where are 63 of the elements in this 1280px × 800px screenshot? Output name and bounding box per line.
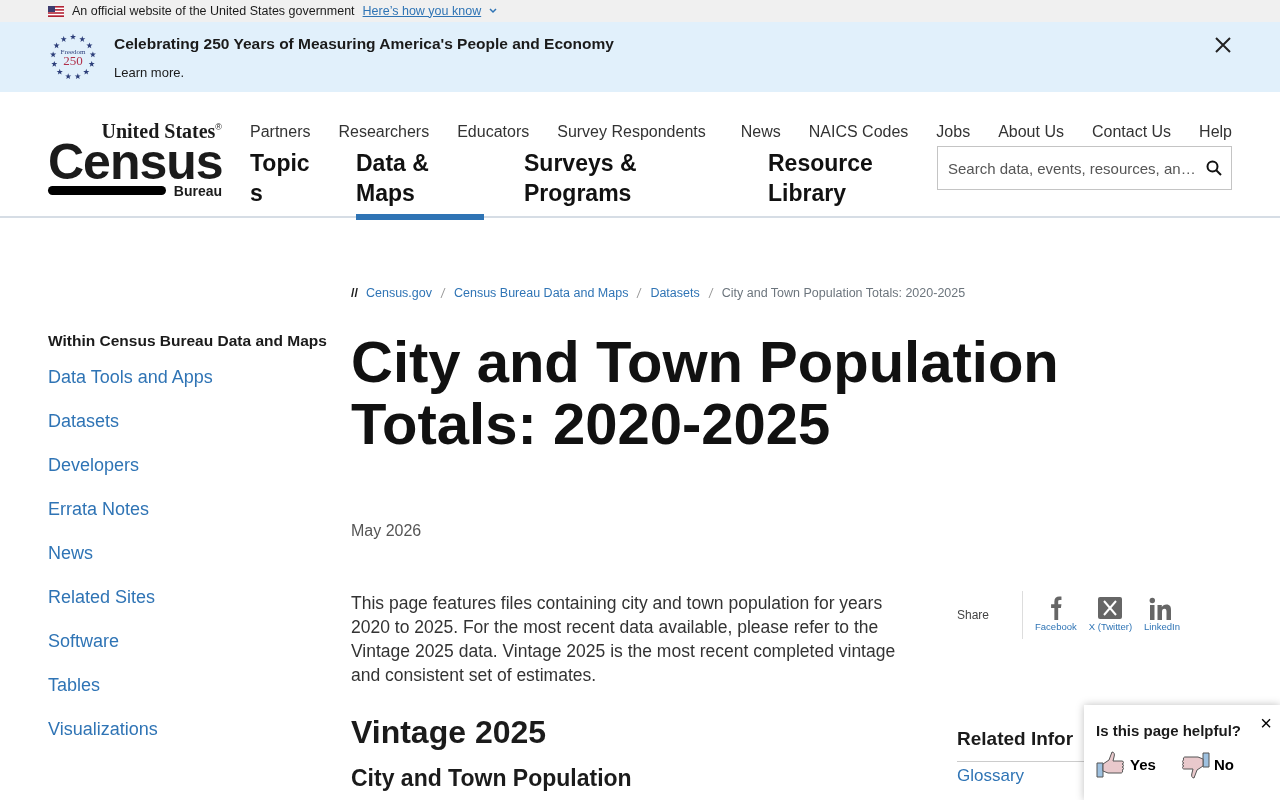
sidebar-link[interactable]: Data Tools and Apps (48, 354, 351, 399)
search-field[interactable]: Search data, events, resources, an… (937, 146, 1232, 190)
breadcrumb-link[interactable]: Census Bureau Data and Maps (453, 284, 629, 303)
learn-more-link[interactable]: Learn more. (114, 62, 614, 83)
utility-nav-link[interactable]: News (740, 120, 781, 144)
sidebar-link[interactable]: Software (48, 618, 351, 663)
sidebar-link[interactable]: Visualizations (48, 706, 351, 751)
intro-paragraph: This page features files containing city and town population for years 2020 to 2025. For the most recent data available, please refer to the Vintage 2025 data. Vintage 2025 is the most recent completed vintage and consistent set of estimates. (351, 591, 897, 687)
f-letter-icon (1049, 595, 1062, 620)
thumbs-up-icon (1096, 751, 1126, 779)
sidebar-link[interactable]: News (48, 530, 351, 575)
main-nav-tab[interactable]: Resource Library (768, 148, 897, 220)
slash-icon (439, 287, 446, 300)
sidebar-link[interactable]: Related Sites (48, 574, 351, 619)
utility-nav-link[interactable]: Partners (250, 120, 311, 144)
page-title: City and Town Population Totals: 2020-2025 (351, 330, 1060, 455)
utility-nav-link[interactable]: Help (1199, 120, 1232, 144)
main-nav-tab[interactable]: Topics (250, 148, 310, 220)
breadcrumb-link[interactable]: Datasets (650, 284, 700, 303)
utility-nav-link[interactable]: Educators (457, 120, 530, 144)
feedback-yes-button[interactable]: Yes (1096, 751, 1156, 779)
utility-nav-link[interactable]: About Us (998, 120, 1064, 144)
how-you-know-link[interactable]: Here’s how you know (362, 1, 482, 21)
chevron-down-icon (489, 8, 498, 14)
thumbs-down-icon (1179, 751, 1210, 779)
logo-text: Census (48, 141, 223, 184)
announcement-title: Celebrating 250 Years of Measuring America's People and Economy (114, 33, 614, 54)
utility-nav-link[interactable]: Contact Us (1091, 120, 1172, 144)
share-link[interactable]: LinkedIn (1144, 595, 1180, 634)
banner-text: An official website of the United States government (72, 2, 355, 20)
feedback-no-button[interactable]: No (1179, 751, 1234, 779)
feedback-question: Is this page helpful? (1096, 722, 1241, 739)
share-link[interactable]: X (Twitter) (1088, 595, 1133, 634)
registered-mark: ® (215, 121, 222, 132)
breadcrumb-link[interactable]: Census.gov (365, 284, 432, 303)
slash-icon (636, 287, 643, 300)
breadcrumb-marker: // (351, 285, 358, 302)
sidebar-link[interactable]: Tables (48, 662, 351, 707)
sidebar-link[interactable]: Datasets (48, 398, 351, 443)
utility-nav-link[interactable]: Survey Respondents (557, 120, 706, 144)
breadcrumb-current: City and Town Population Totals: 2020-2025 (721, 285, 966, 302)
related-heading: Related Infor (957, 726, 1074, 751)
close-button[interactable]: × (1260, 713, 1272, 733)
sidebar-heading: Within Census Bureau Data and Maps (48, 332, 328, 351)
flag-icon (48, 5, 64, 17)
search-icon (1206, 160, 1222, 176)
logo-text: Bureau (173, 183, 222, 198)
utility-nav-link[interactable]: Researchers (338, 120, 430, 144)
close-icon (1214, 35, 1232, 54)
utility-nav-link[interactable]: Jobs (936, 120, 971, 144)
main-nav-tab[interactable]: Surveys & Programs (524, 148, 728, 220)
section-heading: Vintage 2025 (351, 712, 548, 752)
publish-date: May 2026 (351, 520, 423, 541)
share-link[interactable]: Facebook (1035, 595, 1077, 634)
sidebar-link[interactable]: Developers (48, 442, 351, 487)
main-nav-tab[interactable]: Data & Maps (356, 148, 484, 220)
logo-text: United States (101, 121, 216, 141)
subsection-heading: City and Town Population (351, 765, 633, 793)
x-letter-icon (1097, 595, 1124, 620)
slash-icon (707, 287, 714, 300)
share-label: Share (957, 606, 990, 624)
utility-nav-link[interactable]: NAICS Codes (808, 120, 909, 144)
sidebar-link[interactable]: Errata Notes (48, 486, 351, 531)
